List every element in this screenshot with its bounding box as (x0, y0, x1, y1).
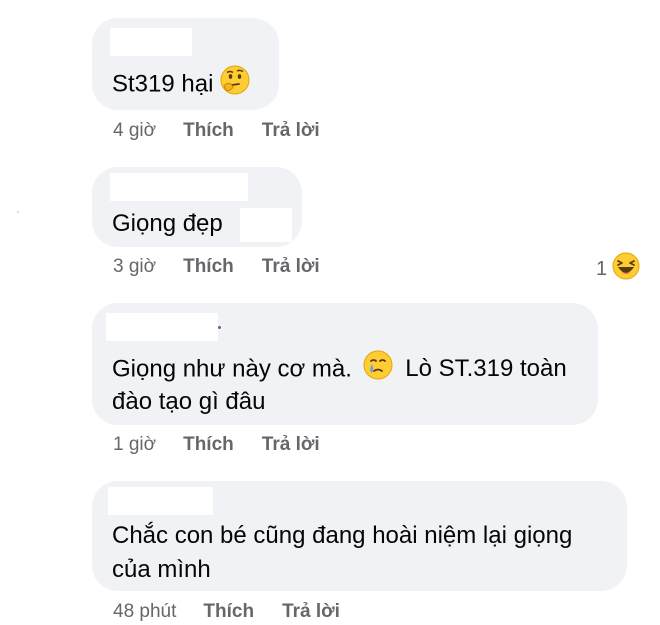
like-button[interactable]: Thích (203, 601, 254, 623)
comment-actions: 1 giờ Thích Trả lời (113, 434, 320, 456)
comment-actions: 4 giờ Thích Trả lời (113, 120, 320, 142)
comment-text-content: của mình (112, 556, 211, 583)
reaction-summary[interactable]: 1 (596, 252, 640, 286)
redacted-author-name (110, 173, 248, 201)
redacted-author-name (108, 487, 213, 515)
reply-button[interactable]: Trả lời (262, 256, 320, 278)
like-button[interactable]: Thích (183, 434, 234, 456)
comment-text-content: St319 hại (112, 70, 214, 98)
comment-text-line-2: đào tạo gì đâu (112, 385, 265, 419)
reply-button[interactable]: Trả lời (282, 601, 340, 623)
comment-text-line-2: của mình (112, 553, 211, 587)
stray-pixel-mark (17, 211, 19, 213)
redaction-artifact (218, 326, 221, 329)
comment-time: 3 giờ (113, 256, 157, 277)
comment-time: 4 giờ (113, 120, 157, 141)
laughing-face-icon (612, 252, 640, 286)
comment-text-content: Chắc con bé cũng đang hoài niệm lại giọn… (112, 522, 573, 549)
comment-text-content: Giọng như này cơ mà. (112, 355, 352, 383)
comment-time: 48 phút (113, 601, 177, 622)
reply-button[interactable]: Trả lời (262, 434, 320, 456)
comment-text-content: đào tạo gì đâu (112, 388, 266, 415)
comment-text-line-1: Giọng như này cơ mà. Lò ST.319 toàn (112, 350, 567, 390)
comment-actions: 3 giờ Thích Trả lời (113, 256, 320, 278)
reaction-count: 1 (596, 257, 608, 280)
thinking-face-icon (220, 65, 250, 105)
like-button[interactable]: Thích (183, 256, 234, 278)
comment-actions: 48 phút Thích Trả lời (113, 601, 340, 623)
comment-text-content: Giọng đẹp (112, 210, 223, 237)
comment-text-continuation: Lò ST.319 toàn (405, 355, 567, 383)
comment-text-line-1: Chắc con bé cũng đang hoài niệm lại giọn… (112, 519, 572, 553)
redacted-author-name (106, 313, 218, 341)
comment-text: St319 hại (112, 65, 250, 105)
redacted-author-name (110, 28, 192, 56)
like-button[interactable]: Thích (183, 120, 234, 142)
reply-button[interactable]: Trả lời (262, 120, 320, 142)
crying-face-icon (363, 350, 393, 390)
comment-text: Giọng đẹp (112, 207, 223, 241)
redacted-text (240, 208, 292, 242)
comment-time: 1 giờ (113, 434, 157, 455)
